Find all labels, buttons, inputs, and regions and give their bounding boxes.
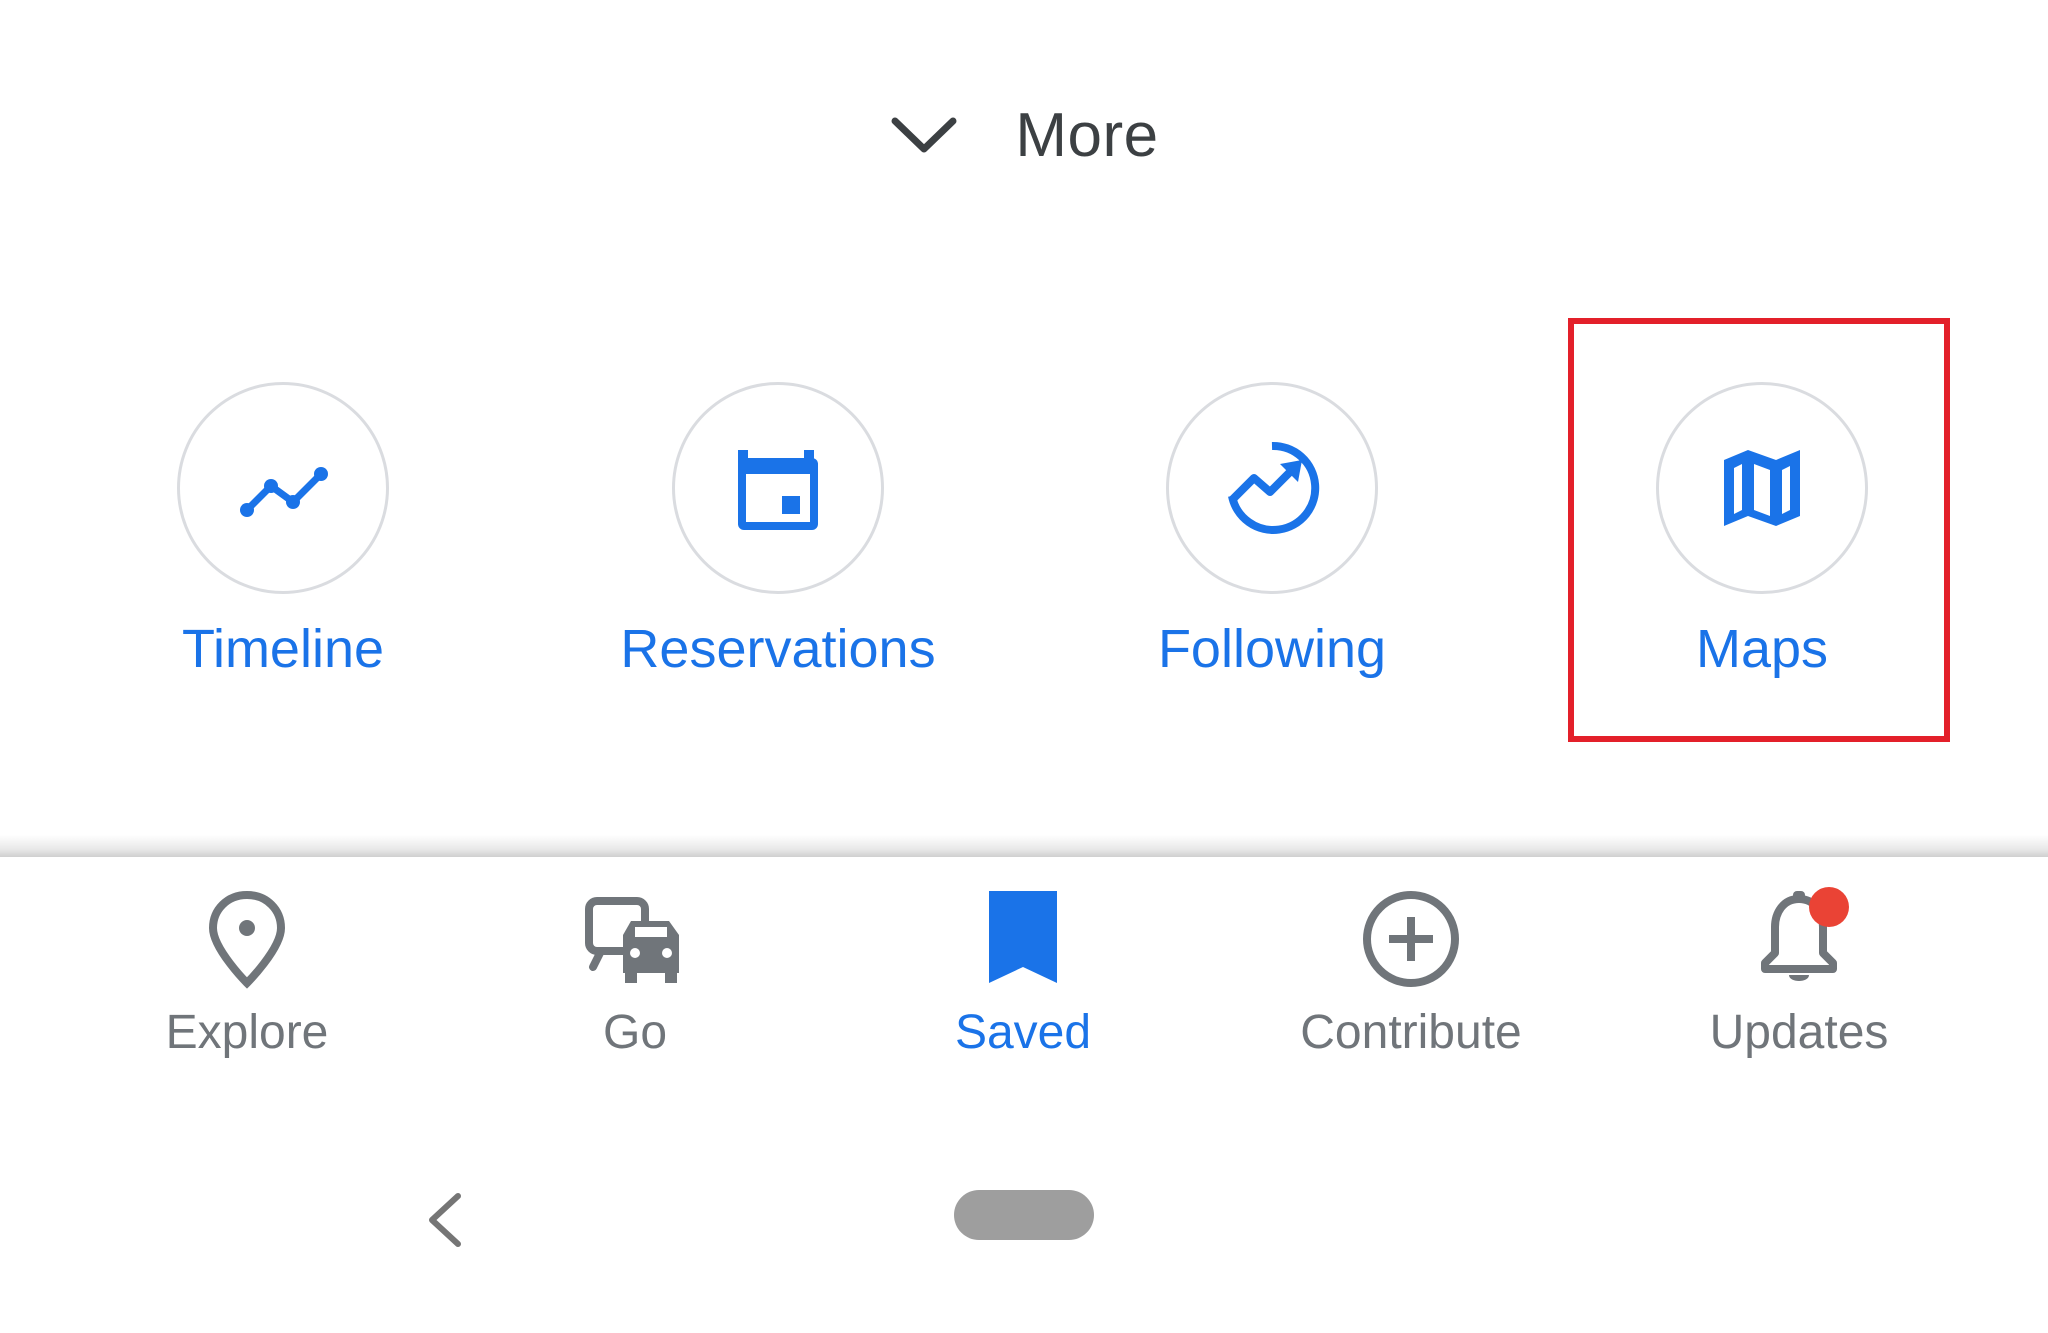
system-navigation — [0, 1160, 2048, 1270]
maps-button[interactable]: Maps — [1552, 382, 1972, 680]
bell-icon — [1747, 887, 1851, 991]
nav-explore[interactable]: Explore — [97, 887, 397, 1060]
trending-icon — [1228, 441, 1320, 534]
system-back-button[interactable] — [420, 1190, 470, 1250]
chevron-down-icon — [891, 117, 957, 153]
following-button[interactable]: Following — [1062, 382, 1482, 680]
timeline-button[interactable]: Timeline — [73, 382, 493, 680]
maps-label: Maps — [1695, 619, 1829, 679]
screen: More Timeline Reservations Following Map… — [0, 0, 2048, 1333]
back-chevron-icon — [429, 1193, 461, 1247]
timeline-icon — [240, 467, 328, 517]
add-circle-icon — [1359, 887, 1463, 991]
following-label: Following — [1157, 619, 1387, 679]
quick-actions: Timeline Reservations Following Maps — [0, 382, 2048, 682]
reservations-button[interactable]: Reservations — [568, 382, 988, 680]
more-toggle[interactable]: More — [0, 95, 2048, 175]
timeline-circle — [177, 382, 389, 594]
reservations-label: Reservations — [620, 619, 936, 679]
bookmark-icon — [971, 887, 1075, 991]
system-home-pill[interactable] — [954, 1190, 1094, 1240]
nav-explore-label: Explore — [165, 1006, 329, 1059]
nav-updates-label: Updates — [1709, 1006, 1889, 1059]
nav-go[interactable]: Go — [485, 887, 785, 1060]
maps-circle — [1656, 382, 1868, 594]
commute-icon — [583, 887, 687, 991]
reservations-circle — [672, 382, 884, 594]
notification-badge — [1809, 887, 1849, 927]
map-icon — [1724, 450, 1800, 526]
following-circle — [1166, 382, 1378, 594]
nav-contribute[interactable]: Contribute — [1261, 887, 1561, 1060]
nav-updates[interactable]: Updates — [1649, 887, 1949, 1060]
more-label: More — [1015, 100, 1159, 170]
bottom-navigation: Explore Go Saved Contribute Updates — [0, 857, 2048, 1097]
nav-go-label: Go — [602, 1006, 668, 1059]
bottom-nav-divider — [0, 835, 2048, 857]
nav-saved-label: Saved — [954, 1006, 1092, 1059]
timeline-label: Timeline — [181, 619, 385, 679]
nav-contribute-label: Contribute — [1300, 1006, 1522, 1059]
nav-saved[interactable]: Saved — [873, 887, 1173, 1060]
location-pin-icon — [195, 887, 299, 991]
calendar-icon — [738, 450, 818, 530]
